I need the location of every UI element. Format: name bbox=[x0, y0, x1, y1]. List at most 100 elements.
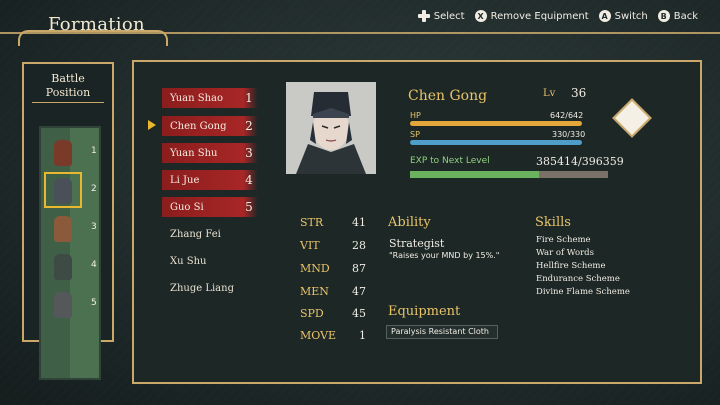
control-label: Remove Equipment bbox=[490, 10, 589, 22]
stat-value-mnd: 87 bbox=[352, 262, 366, 275]
officer-name: Li Jue bbox=[170, 174, 200, 186]
control-hint-select[interactable]: Select bbox=[417, 10, 465, 22]
ability-description: "Raises your MND by 15%." bbox=[389, 251, 500, 260]
slot-number: 2 bbox=[91, 184, 97, 194]
skill-item[interactable]: War of Words bbox=[536, 248, 594, 258]
dpad-icon bbox=[417, 10, 430, 22]
battle-position-panel: Battle Position 1 2 3 4 5 bbox=[22, 62, 114, 380]
exp-bar-fill bbox=[410, 171, 539, 178]
hp-bar bbox=[410, 121, 582, 126]
slot-number: 5 bbox=[91, 298, 97, 308]
sp-bar bbox=[410, 140, 582, 145]
ability-heading: Ability bbox=[388, 215, 431, 230]
roster-item[interactable]: Guo Si 5 bbox=[162, 197, 258, 217]
stat-label-move: MOVE bbox=[300, 329, 337, 342]
formation-grid: 1 2 3 4 5 bbox=[39, 126, 101, 380]
officer-slot: 4 bbox=[245, 173, 253, 187]
stat-label-men: MEN bbox=[300, 285, 329, 298]
roster-item[interactable]: Chen Gong 2 bbox=[162, 116, 258, 136]
stat-label-spd: SPD bbox=[300, 307, 324, 320]
character-portrait bbox=[286, 82, 376, 174]
formation-slot-5[interactable]: 5 bbox=[47, 288, 97, 320]
corner-ornament bbox=[688, 60, 702, 74]
unit-sprite bbox=[54, 292, 72, 318]
divider bbox=[32, 102, 104, 103]
unit-sprite bbox=[54, 140, 72, 166]
officer-slot: 2 bbox=[245, 119, 253, 133]
sp-label: SP bbox=[410, 130, 420, 139]
b-button-icon: B bbox=[657, 10, 670, 22]
unit-sprite bbox=[54, 216, 72, 242]
hp-value: 642/642 bbox=[550, 111, 584, 120]
equipment-slot[interactable]: Paralysis Resistant Cloth bbox=[386, 325, 498, 339]
roster-item[interactable]: Yuan Shu 3 bbox=[162, 143, 258, 163]
stat-label-mnd: MND bbox=[300, 262, 330, 275]
exp-bar bbox=[410, 171, 608, 178]
skills-heading: Skills bbox=[535, 215, 571, 230]
officer-name: Guo Si bbox=[170, 201, 204, 213]
level-value: 36 bbox=[571, 86, 587, 100]
exp-label: EXP to Next Level bbox=[410, 156, 490, 166]
equipment-heading: Equipment bbox=[388, 304, 461, 319]
control-label: Select bbox=[433, 10, 465, 22]
control-hints: Select X Remove Equipment A Switch B Bac… bbox=[417, 10, 698, 22]
formation-slot-1[interactable]: 1 bbox=[47, 136, 97, 168]
officer-name: Zhuge Liang bbox=[170, 282, 234, 294]
formation-slot-4[interactable]: 4 bbox=[47, 250, 97, 282]
control-label: Switch bbox=[614, 10, 648, 22]
formation-slot-3[interactable]: 3 bbox=[47, 212, 97, 244]
sp-value: 330/330 bbox=[552, 130, 586, 139]
officer-name: Yuan Shao bbox=[170, 92, 224, 104]
stat-label-vit: VIT bbox=[300, 239, 320, 252]
formation-slot-2[interactable]: 2 bbox=[44, 172, 97, 208]
slot-number: 1 bbox=[91, 146, 97, 156]
officer-slot: 1 bbox=[245, 91, 253, 105]
a-button-icon: A bbox=[598, 10, 611, 22]
stat-value-men: 47 bbox=[352, 285, 366, 298]
hp-label: HP bbox=[410, 111, 421, 120]
corner-ornament bbox=[132, 60, 146, 74]
roster-item[interactable]: Li Jue 4 bbox=[162, 170, 258, 190]
roster-item[interactable]: Yuan Shao 1 bbox=[162, 88, 258, 108]
stat-label-str: STR bbox=[300, 216, 324, 229]
title-line-2: Position bbox=[45, 86, 91, 99]
level-label: Lv bbox=[543, 88, 556, 99]
slot-number: 4 bbox=[91, 260, 97, 270]
sp-bar-fill bbox=[410, 140, 582, 145]
roster-item[interactable]: Xu Shu bbox=[162, 251, 258, 271]
ability-name: Strategist bbox=[389, 237, 445, 250]
officer-slot: 3 bbox=[245, 146, 253, 160]
officer-name: Xu Shu bbox=[170, 255, 207, 267]
corner-ornament bbox=[132, 370, 146, 384]
hp-bar-fill bbox=[410, 121, 582, 126]
control-hint-remove-equipment[interactable]: X Remove Equipment bbox=[474, 10, 589, 22]
roster-item[interactable]: Zhang Fei bbox=[162, 224, 258, 244]
slot-number: 3 bbox=[91, 222, 97, 232]
control-hint-back[interactable]: B Back bbox=[657, 10, 698, 22]
control-label: Back bbox=[673, 10, 698, 22]
battle-position-title: Battle Position bbox=[24, 72, 112, 100]
unit-sprite bbox=[54, 254, 72, 280]
skill-item[interactable]: Endurance Scheme bbox=[536, 274, 620, 284]
x-button-icon: X bbox=[474, 10, 487, 22]
roster-item[interactable]: Zhuge Liang bbox=[162, 278, 258, 298]
officer-name: Chen Gong bbox=[170, 120, 227, 132]
stat-value-spd: 45 bbox=[352, 307, 366, 320]
header-divider bbox=[0, 32, 720, 34]
skill-item[interactable]: Hellfire Scheme bbox=[536, 261, 606, 271]
control-hint-switch[interactable]: A Switch bbox=[598, 10, 648, 22]
stat-value-str: 41 bbox=[352, 216, 366, 229]
officer-name: Zhang Fei bbox=[170, 228, 221, 240]
officer-slot: 5 bbox=[245, 200, 253, 214]
title-line-1: Battle bbox=[51, 72, 85, 85]
skill-item[interactable]: Divine Flame Scheme bbox=[536, 287, 630, 297]
selection-cursor-icon bbox=[148, 118, 160, 132]
skill-item[interactable]: Fire Scheme bbox=[536, 235, 591, 245]
exp-value: 385414/396359 bbox=[536, 155, 624, 168]
stat-value-vit: 28 bbox=[352, 239, 366, 252]
corner-ornament bbox=[688, 370, 702, 384]
screen-header: Formation bbox=[18, 10, 168, 46]
officer-name: Yuan Shu bbox=[170, 147, 218, 159]
unit-sprite bbox=[54, 178, 72, 204]
stat-value-move: 1 bbox=[359, 329, 366, 342]
